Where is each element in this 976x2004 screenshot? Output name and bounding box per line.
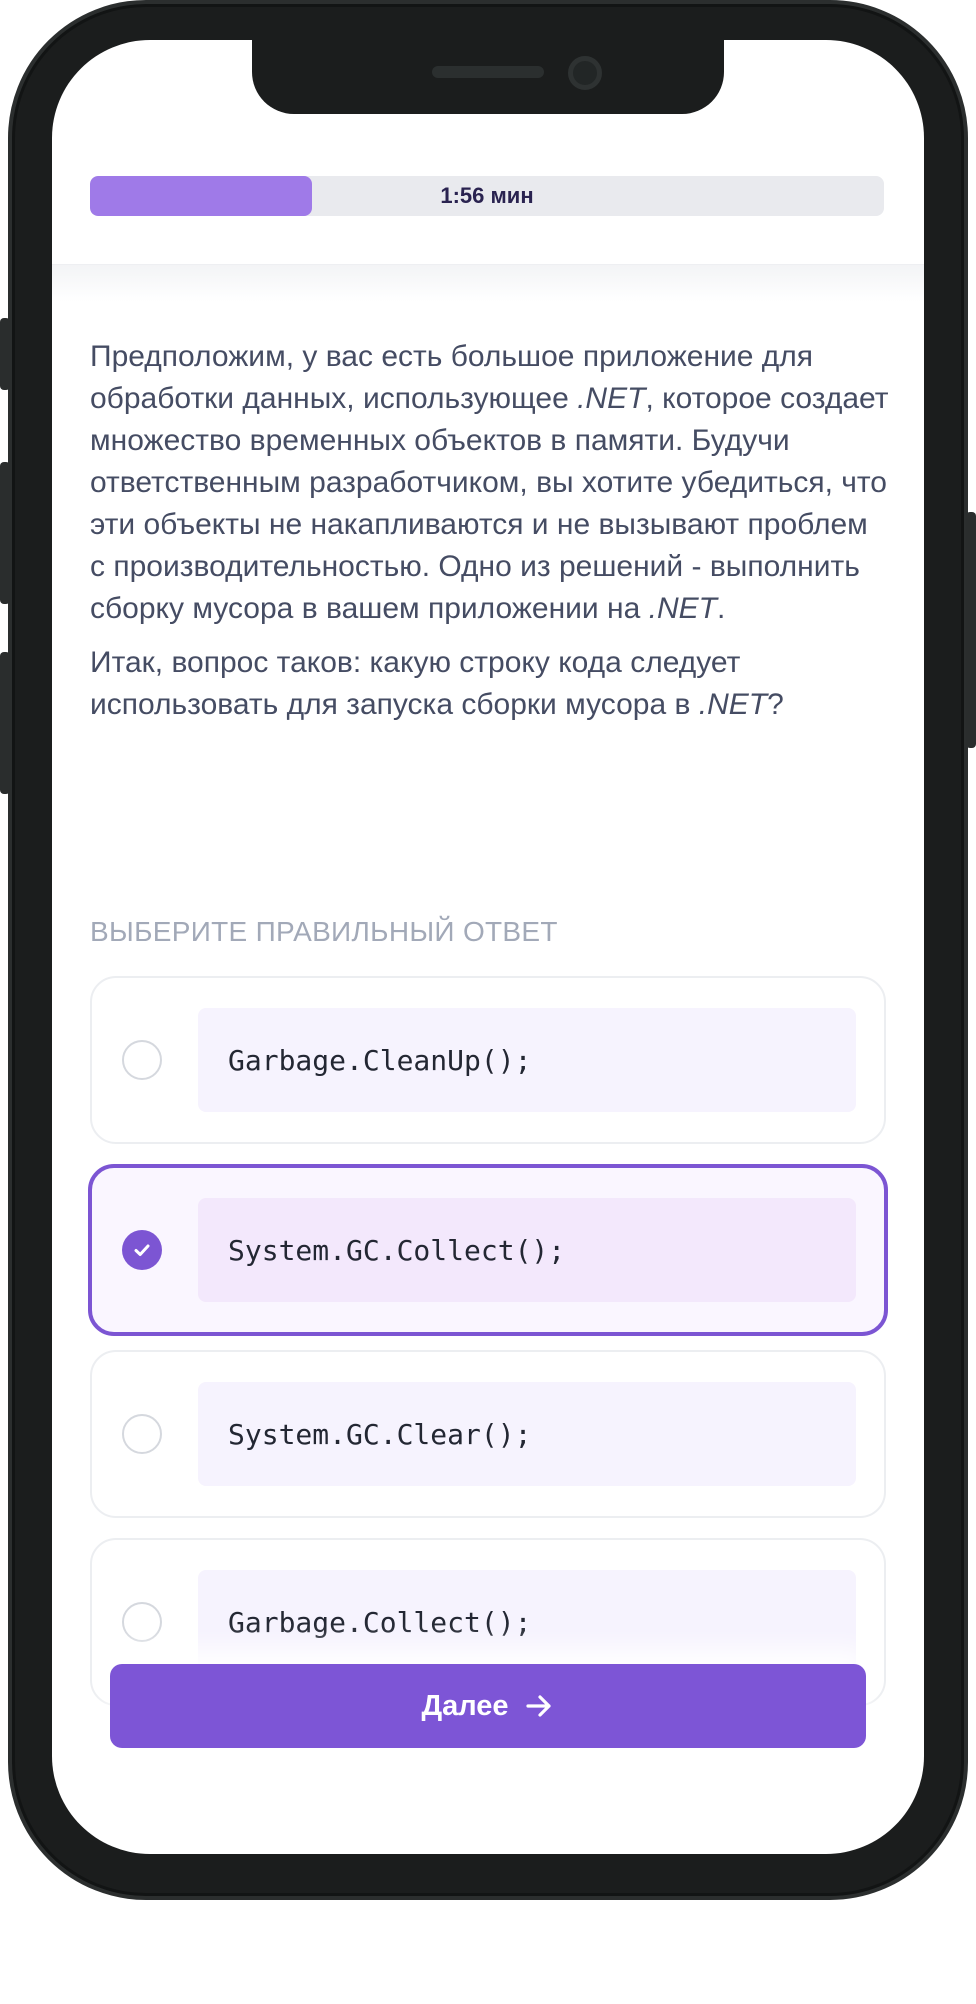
checkmark-icon bbox=[134, 1244, 150, 1256]
answer-option[interactable]: System.GC.Clear(); bbox=[90, 1350, 886, 1518]
answer-code: Garbage.CleanUp(); bbox=[198, 1008, 856, 1112]
arrow-right-icon bbox=[525, 1695, 551, 1717]
volume-down-button bbox=[0, 652, 10, 794]
question-text: Предположим, у вас есть большое приложен… bbox=[90, 336, 890, 738]
radio-button[interactable] bbox=[122, 1414, 162, 1454]
power-button bbox=[966, 512, 976, 748]
speaker-grille bbox=[432, 66, 544, 78]
timer-label: 1:56 мин bbox=[440, 183, 534, 208]
question-paragraph-1: Предположим, у вас есть большое приложен… bbox=[90, 340, 889, 625]
header-divider bbox=[52, 264, 924, 302]
dotnet-term: .NET bbox=[648, 592, 717, 625]
volume-up-button bbox=[0, 462, 10, 604]
radio-button[interactable] bbox=[122, 1602, 162, 1642]
next-button-label: Далее bbox=[421, 1689, 509, 1722]
next-button[interactable]: Далее bbox=[110, 1664, 866, 1748]
answer-option-selected[interactable]: System.GC.Collect(); bbox=[88, 1164, 888, 1336]
answer-option[interactable]: Garbage.CleanUp(); bbox=[90, 976, 886, 1144]
notch bbox=[252, 40, 724, 114]
dotnet-term: .NET bbox=[698, 688, 768, 721]
phone-screen: 1:56 мин Предположим, у вас есть большое… bbox=[52, 40, 924, 1854]
timer-bar: 1:56 мин bbox=[90, 176, 884, 216]
answer-code: System.GC.Clear(); bbox=[198, 1382, 856, 1486]
dotnet-term: .NET bbox=[577, 382, 646, 415]
front-camera bbox=[568, 56, 602, 90]
radio-button[interactable] bbox=[122, 1040, 162, 1080]
radio-button-checked[interactable] bbox=[122, 1230, 162, 1270]
silent-switch bbox=[0, 318, 10, 390]
answers-section-label: Выберите правильный ответ bbox=[90, 916, 558, 947]
question-paragraph-2: Итак, вопрос таков: какую строку кода сл… bbox=[90, 646, 784, 721]
answer-code: Garbage.Collect(); bbox=[198, 1570, 856, 1674]
answer-code: System.GC.Collect(); bbox=[198, 1198, 856, 1302]
